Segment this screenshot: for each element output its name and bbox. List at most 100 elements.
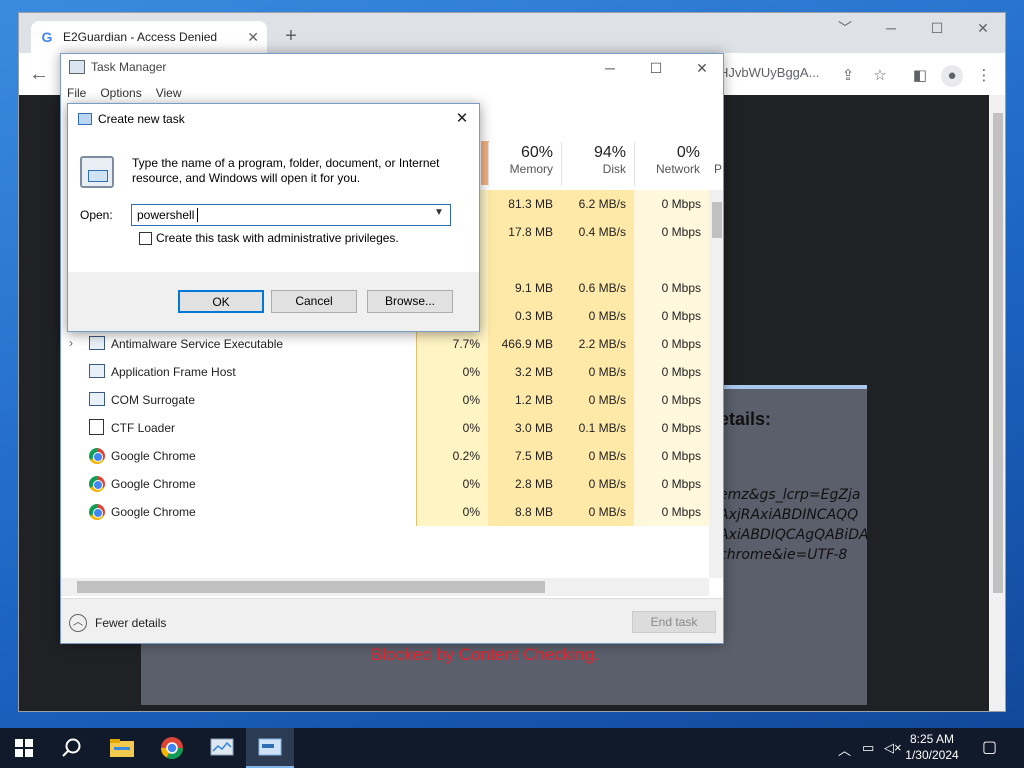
cell-disk: 0 MB/s — [561, 470, 634, 498]
dialog-body — [68, 134, 479, 272]
admin-checkbox[interactable] — [139, 232, 152, 245]
cell-disk: 0.6 MB/s — [561, 274, 634, 302]
cell-network: 0 Mbps — [634, 414, 709, 442]
table-row[interactable]: 0% 3.2 MB 0 MB/s 0 Mbps Application Frame Ho… — [61, 358, 709, 386]
cell-disk: 0 MB/s — [561, 498, 634, 526]
cell-disk: 2.2 MB/s — [561, 330, 634, 358]
run-program-icon — [80, 156, 114, 188]
chrome-process-icon — [89, 448, 105, 464]
tm-footer: ︿ Fewer details End task — [61, 598, 723, 643]
network-icon[interactable]: ▭ — [862, 740, 874, 756]
cell-memory — [488, 246, 561, 274]
cell-memory: 2.8 MB — [488, 470, 561, 498]
cell-network: 0 Mbps — [634, 386, 709, 414]
cell-memory: 8.8 MB — [488, 498, 561, 526]
show-hidden-icons-icon[interactable]: ︿ — [838, 740, 851, 759]
cell-memory: 81.3 MB — [488, 190, 561, 218]
google-icon: G — [41, 29, 53, 45]
back-arrow-icon[interactable]: ← — [29, 63, 49, 86]
chrome-taskbar-icon[interactable] — [148, 728, 196, 768]
table-row[interactable]: 0% 1.2 MB 0 MB/s 0 Mbps COM Surrogate — [61, 386, 709, 414]
cell-network: 0 Mbps — [634, 190, 709, 218]
process-list-vscroll[interactable] — [709, 190, 723, 578]
notifications-icon[interactable]: ▢ — [982, 737, 997, 757]
cell-disk — [561, 246, 634, 274]
column-disk[interactable]: 94% Disk — [561, 142, 634, 186]
menu-options[interactable]: Options — [100, 86, 141, 100]
task-manager-taskbar-icon[interactable] — [198, 728, 246, 768]
dialog-close-icon[interactable]: ✕ — [448, 108, 476, 130]
task-manager-icon — [69, 60, 85, 74]
expand-chevron-icon[interactable]: › — [69, 336, 73, 350]
cell-memory: 3.2 MB — [488, 358, 561, 386]
chrome-process-icon — [89, 476, 105, 492]
cell-cpu: 0% — [416, 414, 488, 442]
cell-network — [634, 246, 709, 274]
tm-close-button[interactable]: ✕ — [679, 54, 723, 82]
tm-menubar: File Options View — [67, 86, 182, 100]
cell-cpu: 0% — [416, 358, 488, 386]
file-explorer-icon[interactable] — [98, 728, 146, 768]
kebab-menu-icon[interactable]: ⋮ — [973, 65, 995, 87]
process-name: CTF Loader — [111, 421, 176, 435]
admin-checkbox-label[interactable]: Create this task with administrative pri… — [156, 231, 399, 245]
volume-muted-icon[interactable]: ◁× — [884, 740, 902, 756]
new-tab-button[interactable]: + — [279, 25, 303, 49]
cell-network: 0 Mbps — [634, 358, 709, 386]
table-row[interactable]: 0% 3.0 MB 0.1 MB/s 0 Mbps CTF Loader — [61, 414, 709, 442]
details-heading: etails: — [719, 409, 772, 429]
tm-minimize-button[interactable]: ─ — [587, 54, 633, 82]
cell-disk: 0 MB/s — [561, 386, 634, 414]
address-bar-text[interactable]: HJvbWUyBggA... — [719, 65, 819, 80]
browse-button[interactable]: Browse... — [367, 290, 453, 313]
column-network[interactable]: 0% Network — [634, 142, 708, 186]
tab-close-icon[interactable]: ✕ — [247, 29, 259, 46]
minimize-button[interactable]: ─ — [869, 15, 913, 41]
bookmark-star-icon[interactable]: ☆ — [869, 65, 891, 87]
clock-time: 8:25 AM — [909, 732, 955, 746]
tm-maximize-button[interactable]: ☐ — [633, 54, 679, 82]
close-button[interactable]: ✕ — [961, 15, 1005, 41]
ok-button[interactable]: OK — [178, 290, 264, 313]
side-panel-icon[interactable]: ◧ — [909, 65, 931, 87]
share-icon[interactable]: ⇪ — [837, 65, 859, 87]
start-windows-icon[interactable] — [0, 728, 48, 768]
cell-network: 0 Mbps — [634, 470, 709, 498]
process-name: COM Surrogate — [111, 393, 196, 407]
cell-network: 0 Mbps — [634, 274, 709, 302]
table-row[interactable]: 0% 2.8 MB 0 MB/s 0 Mbps Google Chrome — [61, 470, 709, 498]
cell-memory: 7.5 MB — [488, 442, 561, 470]
open-input[interactable]: powershell — [131, 204, 451, 226]
cell-network: 0 Mbps — [634, 498, 709, 526]
process-name: Google Chrome — [111, 505, 196, 519]
text-cursor — [197, 208, 199, 222]
cancel-button[interactable]: Cancel — [271, 290, 357, 313]
run-taskbar-icon[interactable] — [246, 728, 294, 768]
cell-disk: 0 MB/s — [561, 442, 634, 470]
fewer-details-button[interactable]: ︿ Fewer details — [69, 614, 166, 632]
tab-search-icon[interactable]: ﹀ — [823, 15, 867, 41]
chevron-down-icon[interactable]: ▼ — [434, 207, 444, 218]
process-icon — [89, 364, 105, 378]
column-memory[interactable]: 60% Memory — [488, 142, 561, 186]
chrome-tab[interactable]: G E2Guardian - Access Denied ✕ — [31, 21, 267, 53]
cell-cpu: 7.7% — [416, 330, 488, 358]
task-manager-title: Task Manager — [91, 60, 167, 74]
process-list-hscroll[interactable] — [61, 578, 709, 596]
details-line: chrome&ie=UTF-8 — [719, 547, 848, 563]
maximize-button[interactable]: ☐ — [915, 15, 959, 41]
search-icon[interactable] — [48, 728, 96, 768]
menu-file[interactable]: File — [67, 86, 86, 100]
profile-avatar-icon[interactable]: ● — [941, 65, 963, 87]
cell-memory: 3.0 MB — [488, 414, 561, 442]
ctf-loader-icon — [89, 419, 104, 435]
table-row[interactable]: 0.2% 7.5 MB 0 MB/s 0 Mbps Google Chrome — [61, 442, 709, 470]
cell-network: 0 Mbps — [634, 302, 709, 330]
table-row[interactable]: 0% 8.8 MB 0 MB/s 0 Mbps Google Chrome — [61, 498, 709, 526]
page-scrollbar[interactable] — [989, 95, 1005, 711]
cell-cpu: 0% — [416, 470, 488, 498]
table-row[interactable]: 7.7% 466.9 MB 2.2 MB/s 0 Mbps › Antimalware S… — [61, 330, 709, 358]
clock[interactable]: 8:25 AM 1/30/2024 — [900, 731, 964, 763]
menu-view[interactable]: View — [156, 86, 182, 100]
end-task-button[interactable]: End task — [632, 611, 716, 633]
